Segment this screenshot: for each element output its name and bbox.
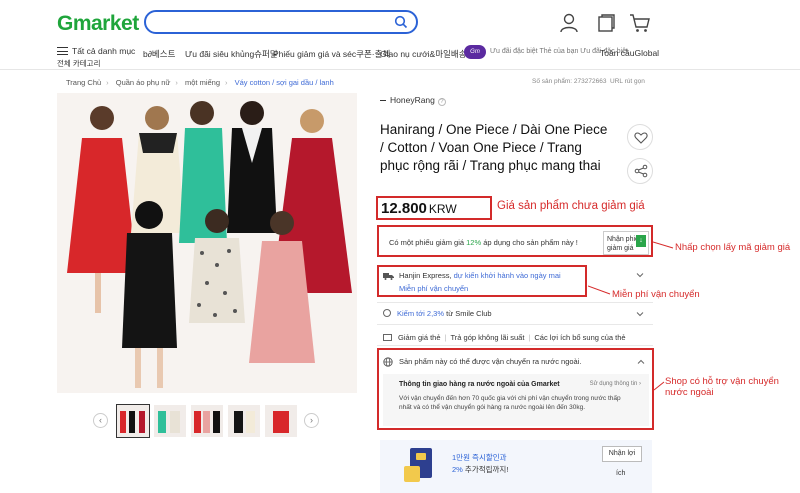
- help-icon[interactable]: ?: [437, 98, 446, 106]
- annotation-coupon: Nhấp chọn lấy mã giảm giá: [675, 242, 791, 253]
- user-icon[interactable]: [558, 12, 580, 34]
- points-icon: [383, 309, 391, 317]
- price-value: 12.800: [381, 200, 427, 217]
- brand-name[interactable]: HoneyRang?: [380, 95, 446, 106]
- nav-item-best[interactable]: b∂베스트: [143, 48, 175, 60]
- favorite-button[interactable]: [627, 124, 653, 150]
- thumb-next-button[interactable]: ›: [304, 413, 319, 428]
- divider: [377, 302, 653, 303]
- thumbnail-3[interactable]: [191, 405, 223, 437]
- coupon-box: Có một phiếu giảm giá 12% áp dụng cho sả…: [377, 225, 653, 257]
- international-shipping-box: Sản phẩm này có thể được vận chuyển ra n…: [377, 348, 654, 430]
- breadcrumb-home[interactable]: Trang Chủ: [66, 78, 101, 87]
- search-icon[interactable]: [394, 15, 408, 29]
- category-nav: Tất cả danh mục 전체 카테고리 b∂베스트 Ưu đãi siê…: [0, 44, 800, 70]
- promo-line-2: 2% 추가적립까지!: [452, 465, 509, 474]
- price-box: 12.800 KRW: [376, 196, 492, 220]
- get-benefit-button[interactable]: Nhận lợi: [602, 446, 642, 462]
- annotation-international: Shop có hỗ trợ vận chuyển nước ngoài: [665, 376, 779, 398]
- thumb-prev-button[interactable]: ‹: [93, 413, 108, 428]
- thumbnail-3-image: [194, 411, 220, 433]
- thumbnail-4-image: [234, 411, 255, 433]
- share-icon: [634, 164, 648, 178]
- gmarket-logo[interactable]: Gmarket: [57, 12, 139, 36]
- nav-item-coupons[interactable]: Phiếu giảm giá và séc쿠폰·출첵: [273, 48, 390, 60]
- all-categories-menu[interactable]: Tất cả danh mục: [57, 46, 135, 56]
- smile-club-row[interactable]: Kiếm tới 2,3% từ Smile Club: [383, 309, 492, 318]
- hamburger-icon: [57, 47, 68, 55]
- breadcrumb: Trang Chủ › Quần áo phụ nữ › một miếng › Vá…: [66, 78, 334, 87]
- divider: [377, 345, 653, 346]
- short-url-link[interactable]: URL rút gọn: [610, 78, 645, 85]
- truck-icon: [383, 273, 394, 280]
- price-currency: KRW: [428, 202, 457, 216]
- thumbnail-2-image: [158, 411, 180, 433]
- annotation-price: Giá sản phẩm chưa giảm giá: [497, 200, 645, 212]
- all-categories-sub: 전체 카테고리: [57, 59, 101, 68]
- dress-models-illustration: [57, 93, 357, 393]
- card-benefits-row[interactable]: Giảm giá thẻ | Trả góp không lãi suất | Các …: [383, 333, 626, 342]
- annotation-coupon-arrow: [653, 241, 674, 249]
- chevron-down-icon[interactable]: [636, 271, 644, 279]
- chevron-up-icon[interactable]: [637, 358, 645, 366]
- cart-icon[interactable]: [629, 12, 651, 34]
- product-number: Số sản phẩm: 273272663: [532, 78, 607, 85]
- get-benefit-button-line2: ích: [616, 470, 626, 477]
- card-icon: [383, 334, 392, 341]
- recent-items-icon[interactable]: [595, 12, 617, 34]
- international-shipping-info: Thông tin giao hàng ra nước ngoài của Gm…: [383, 374, 649, 426]
- product-title: Hanirang / One Piece / Dài One Piece / C…: [380, 122, 608, 173]
- international-info-desc: Với vận chuyển đến hơn 70 quốc gia với c…: [399, 395, 621, 411]
- thumbnail-5[interactable]: [265, 405, 297, 437]
- nav-item-superdeal[interactable]: Ưu đãi siêu khủng슈퍼딜: [185, 48, 278, 60]
- nav-item-global[interactable]: Toàn cầuGlobal: [600, 48, 659, 58]
- download-icon: ↓: [636, 235, 646, 247]
- search-bar[interactable]: [144, 10, 418, 34]
- heart-icon: [634, 132, 648, 144]
- thumbnail-4[interactable]: [228, 405, 260, 437]
- free-shipping-label: Miễn phí vận chuyển: [399, 284, 469, 293]
- share-button[interactable]: [627, 158, 653, 184]
- nav-item-delivery[interactable]: Giao nụ cưới&마일배송만!: [380, 48, 477, 60]
- international-info-title: Thông tin giao hàng ra nước ngoài của Gm…: [399, 381, 560, 388]
- breadcrumb-women[interactable]: Quần áo phụ nữ: [116, 78, 171, 87]
- credit-card-illustration: [404, 448, 432, 482]
- thumbnail-5-image: [273, 411, 289, 433]
- breadcrumb-cotton[interactable]: Váy cotton / sợi gai dầu / lanh: [235, 78, 334, 87]
- promo-line-1: 1만원 즉시할인과: [452, 453, 507, 462]
- thumbnail-strip: [116, 404, 297, 438]
- annotation-shipping-arrow: [588, 285, 611, 295]
- annotation-shipping: Miễn phí vận chuyển: [612, 289, 700, 300]
- chevron-down-icon[interactable]: [636, 310, 644, 318]
- get-coupon-button[interactable]: Nhận phiếu giảm giá ↓: [603, 231, 649, 255]
- shipping-box[interactable]: Hanjin Express, dự kiến khởi hành vào ng…: [377, 265, 587, 297]
- search-input[interactable]: [156, 12, 396, 32]
- divider: [377, 324, 653, 325]
- thumbnail-1[interactable]: [116, 404, 150, 438]
- usage-info-link[interactable]: Sử dụng thông tin ›: [590, 381, 641, 387]
- shipping-carrier: Hanjin Express, dự kiến khởi hành vào ng…: [399, 271, 561, 280]
- promo-badge-icon[interactable]: Gm: [464, 45, 486, 59]
- card-promo-banner[interactable]: 1만원 즉시할인과 2% 추가적립까지! Nhận lợi ích: [380, 440, 652, 493]
- coupon-text: Có một phiếu giảm giá 12% áp dụng cho sả…: [389, 238, 578, 247]
- breadcrumb-onepiece[interactable]: một miếng: [185, 78, 220, 87]
- thumbnail-1-image: [120, 411, 145, 433]
- globe-icon: [383, 357, 393, 367]
- site-header: Gmarket Tất cả danh mục 전체 카테고리 b∂베스트 Ưu…: [0, 0, 800, 70]
- international-shipping-head: Sản phẩm này có thể được vận chuyển ra n…: [399, 357, 582, 366]
- thumbnail-2[interactable]: [154, 405, 186, 437]
- product-main-image[interactable]: [57, 93, 357, 393]
